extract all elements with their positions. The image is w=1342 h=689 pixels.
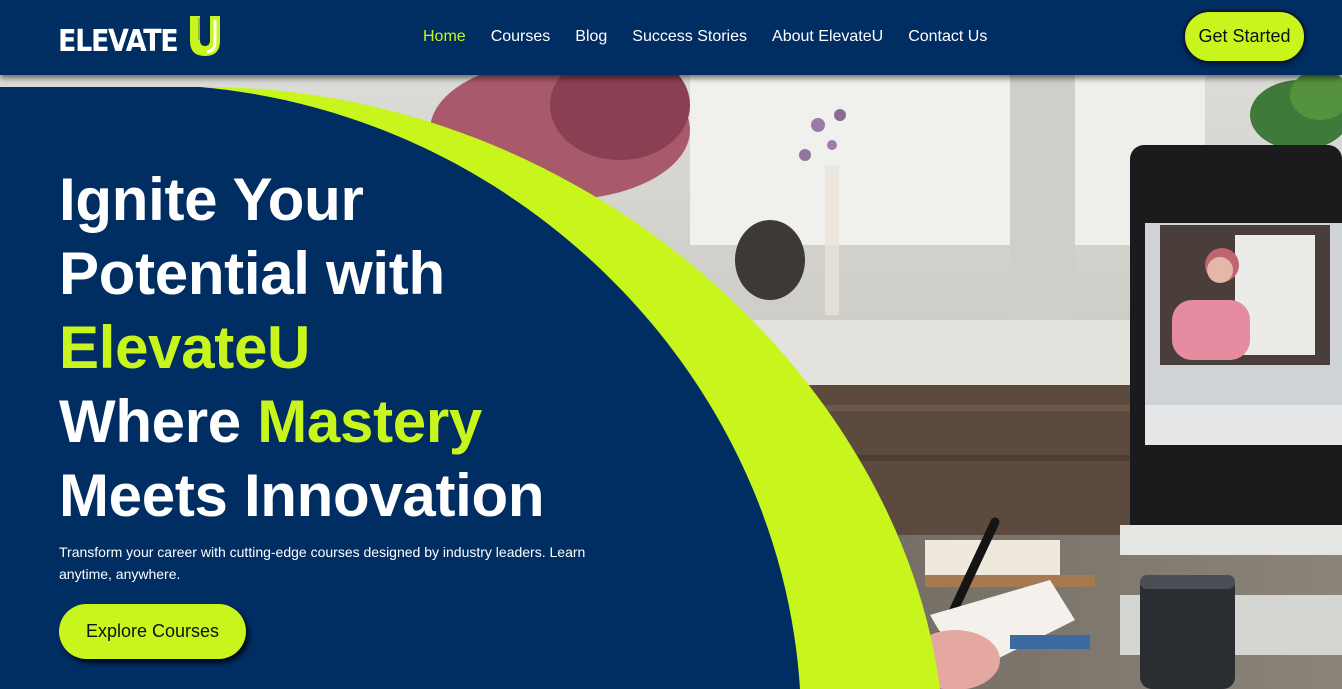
nav-success-stories[interactable]: Success Stories xyxy=(632,27,747,47)
hero-section: Ignite Your Potential with ElevateU Wher… xyxy=(0,75,1342,689)
headline-line-4-prefix: Where xyxy=(59,388,258,455)
headline-line-4: Where Mastery xyxy=(59,385,759,459)
nav-contact[interactable]: Contact Us xyxy=(908,27,987,47)
logo-wordmark: ELEVATE xyxy=(58,24,179,59)
get-started-button[interactable]: Get Started xyxy=(1183,10,1306,63)
nav-about[interactable]: About ElevateU xyxy=(772,27,883,47)
top-navbar: ELEVATE Home Courses Blog Success Storie… xyxy=(0,0,1342,75)
headline-mastery-accent: Mastery xyxy=(257,388,482,455)
nav-courses[interactable]: Courses xyxy=(491,27,551,47)
hero-subtitle: Transform your career with cutting-edge … xyxy=(59,544,586,582)
main-nav: Home Courses Blog Success Stories About … xyxy=(423,27,1012,47)
nav-home[interactable]: Home xyxy=(423,27,466,47)
nav-blog[interactable]: Blog xyxy=(575,27,607,47)
explore-courses-button[interactable]: Explore Courses xyxy=(59,604,246,659)
headline-line-1: Ignite Your xyxy=(59,166,364,233)
headline-line-2: Potential with xyxy=(59,240,445,307)
headline-line-5: Meets Innovation xyxy=(59,462,545,529)
logo-u-icon xyxy=(189,16,220,56)
hero-headline: Ignite Your Potential with ElevateU Wher… xyxy=(59,163,759,533)
headline-brand-accent: ElevateU xyxy=(59,314,311,381)
elevateu-logo[interactable]: ELEVATE xyxy=(58,12,225,58)
